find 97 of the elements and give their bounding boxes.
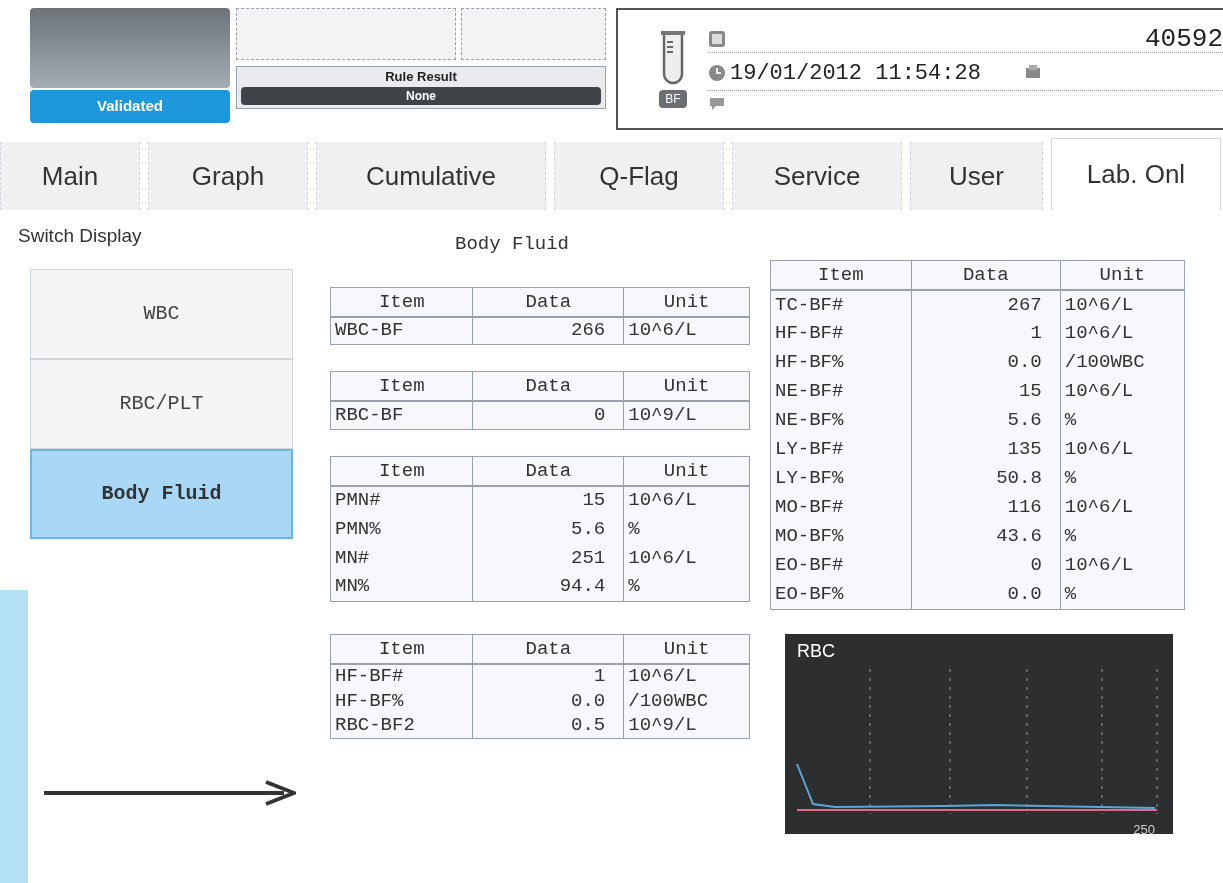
column-header: Data (472, 634, 624, 664)
table-cell: HF-BF% (330, 688, 473, 714)
table-cell: /100WBC (1060, 348, 1185, 377)
table-cell: 10^6/L (1060, 319, 1185, 348)
table-cell: HF-BF# (770, 319, 912, 348)
table-cell: 50.8 (911, 464, 1061, 493)
table-cell: 1 (472, 663, 624, 689)
tab[interactable]: Service (732, 142, 902, 210)
table-cell: MN# (330, 543, 473, 573)
table-cell: HF-BF# (330, 663, 473, 689)
tab[interactable]: Lab. Onl (1051, 138, 1221, 210)
tab[interactable]: Q-Flag (554, 142, 724, 210)
histogram-title: RBC (797, 639, 835, 663)
table-cell: 10^6/L (623, 485, 750, 515)
table-cell: 0.0 (472, 688, 624, 714)
table-cell: 0 (472, 401, 624, 429)
table-cell: RBC-BF2 (330, 713, 473, 739)
display-switch-button[interactable]: RBC/PLT (30, 358, 293, 449)
table-cell: 10^6/L (623, 316, 750, 345)
column-header: Item (330, 634, 473, 664)
table-cell: 15 (911, 377, 1061, 406)
table-cell: 10^6/L (623, 543, 750, 573)
display-switch-button[interactable]: Body Fluid (30, 448, 293, 539)
table-cell: % (623, 514, 750, 544)
table-cell: WBC-BF (330, 316, 473, 345)
table-cell: LY-BF% (770, 464, 912, 493)
column-header: Data (472, 456, 624, 486)
table-cell: EO-BF# (770, 551, 912, 580)
section-title: Body Fluid (455, 232, 571, 257)
switch-display-label: Switch Display (18, 224, 143, 248)
table-cell: 10^9/L (623, 401, 750, 429)
column-header: Unit (623, 287, 750, 317)
table-cell: % (1060, 406, 1185, 435)
date-time: 19/01/2012 11:54:28 (730, 59, 981, 88)
column-header: Data (472, 371, 624, 401)
column-header: Data (472, 287, 624, 317)
table-cell: 10^6/L (1060, 551, 1185, 580)
column-header: Data (911, 260, 1061, 290)
table-cell: /100WBC (623, 688, 750, 714)
table-cell: MO-BF# (770, 493, 912, 522)
table-cell: 10^6/L (623, 663, 750, 689)
table-cell: 1 (911, 319, 1061, 348)
rule-result-label: Rule Result (384, 68, 458, 86)
table-cell: MN% (330, 572, 473, 602)
table-cell: NE-BF% (770, 406, 912, 435)
table-cell: 0.5 (472, 713, 624, 739)
column-header: Unit (623, 371, 750, 401)
column-header: Item (330, 371, 473, 401)
table-cell: 0.0 (911, 580, 1061, 609)
table-cell: 251 (472, 543, 624, 573)
arrow-icon (44, 780, 296, 806)
table-cell: 0 (911, 551, 1061, 580)
column-header: Unit (623, 456, 750, 486)
table-cell: 10^6/L (1060, 435, 1185, 464)
table-cell: 10^6/L (1060, 377, 1185, 406)
rule-result-value: None (241, 86, 601, 105)
table-cell: 5.6 (472, 514, 624, 544)
table-cell: % (1060, 464, 1185, 493)
table-cell: % (1060, 580, 1185, 609)
column-header: Unit (1060, 260, 1185, 290)
table-cell: % (623, 572, 750, 602)
column-header: Item (330, 456, 473, 486)
table-cell: NE-BF# (770, 377, 912, 406)
tab[interactable]: Cumulative (316, 142, 546, 210)
table-cell: PMN% (330, 514, 473, 544)
table-cell: PMN# (330, 485, 473, 515)
table-cell: TC-BF# (770, 290, 912, 319)
column-header: Unit (623, 634, 750, 664)
table-cell: 135 (911, 435, 1061, 464)
table-cell: 266 (472, 316, 624, 345)
axis-label: 250 (1133, 821, 1155, 834)
table-cell: 267 (911, 290, 1061, 319)
table-cell: 10^9/L (623, 713, 750, 739)
status-label: Validated (30, 90, 230, 123)
table-cell: 0.0 (911, 348, 1061, 377)
table-cell: RBC-BF (330, 401, 473, 429)
clock-icon (708, 64, 726, 82)
table-cell: 15 (472, 485, 624, 515)
table-cell: EO-BF% (770, 580, 912, 609)
table-cell: LY-BF# (770, 435, 912, 464)
column-header: Item (330, 287, 473, 317)
table-cell: 5.6 (911, 406, 1061, 435)
tab[interactable]: User (910, 142, 1043, 210)
table-cell: 10^6/L (1060, 493, 1185, 522)
tube-label: BF (659, 90, 687, 108)
tab[interactable]: Main (0, 142, 140, 210)
table-cell: MO-BF% (770, 522, 912, 551)
table-cell: HF-BF% (770, 348, 912, 377)
table-cell: 94.4 (472, 572, 624, 602)
table-cell: 116 (911, 493, 1061, 522)
table-cell: % (1060, 522, 1185, 551)
table-cell: 10^6/L (1060, 290, 1185, 319)
tab[interactable]: Graph (148, 142, 308, 210)
table-cell: 43.6 (911, 522, 1061, 551)
sample-number: 40592 (1145, 25, 1223, 52)
column-header: Item (770, 260, 912, 290)
display-switch-button[interactable]: WBC (30, 268, 293, 359)
